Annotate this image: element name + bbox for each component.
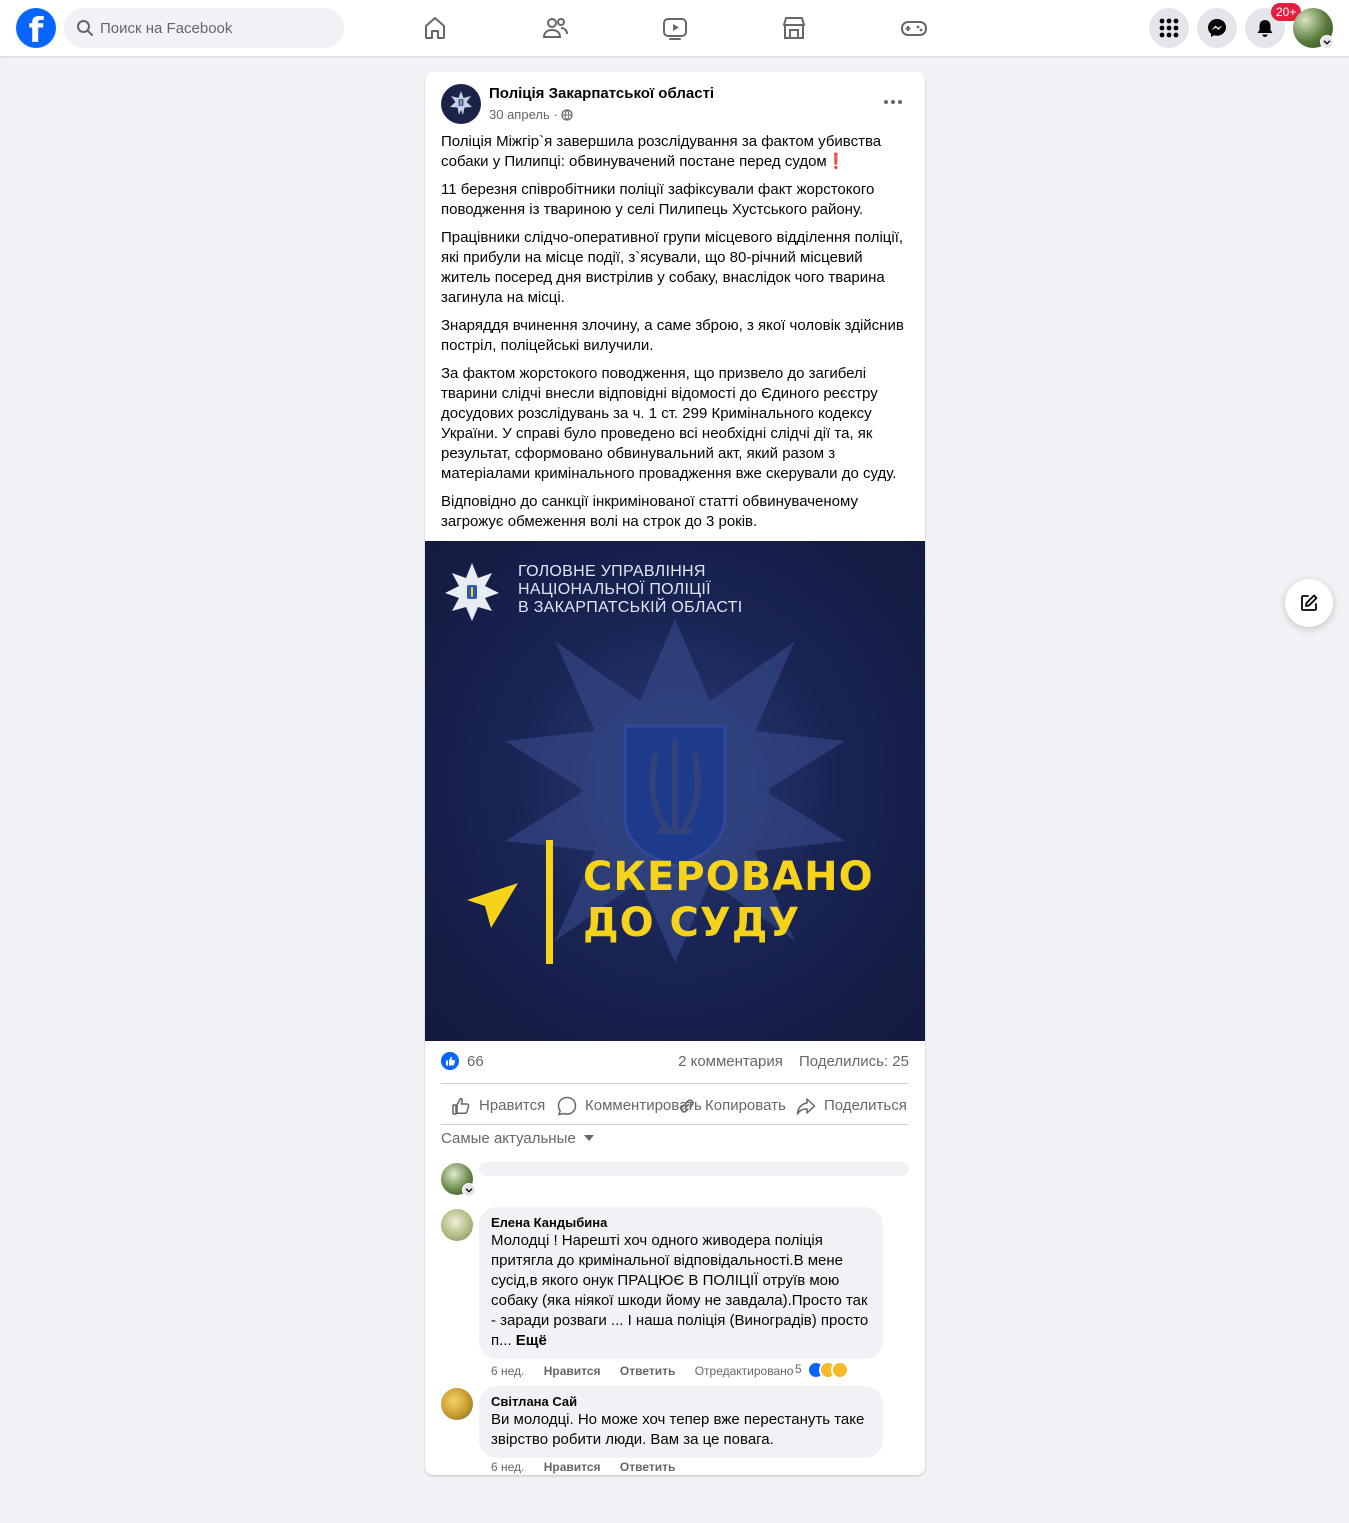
post-paragraph: Поліція Міжгір`я завершила розслідування…	[441, 132, 911, 172]
meta-separator: ·	[553, 107, 562, 122]
comment-like-button[interactable]: Нравится	[544, 1364, 601, 1378]
post-image[interactable]: ГОЛОВНЕ УПРАВЛІННЯ НАЦІОНАЛЬНОЇ ПОЛІЦІЇ …	[425, 541, 925, 1041]
post-stats: 66 2 комментария Поделились: 25	[441, 1051, 909, 1073]
share-button[interactable]: Поделиться	[796, 1088, 909, 1124]
post-paragraph: 11 березня співробітники поліції зафіксу…	[441, 181, 875, 218]
comment-reply-button[interactable]: Ответить	[620, 1460, 675, 1474]
gaming-icon[interactable]	[900, 14, 928, 42]
facebook-logo[interactable]: f	[16, 8, 56, 48]
comments-count[interactable]: 2 комментария	[678, 1053, 783, 1070]
commenter-avatar[interactable]	[441, 1388, 473, 1420]
comment-bubble: Світлана Сай Ви молодці. Но може хоч теп…	[479, 1386, 883, 1458]
like-reaction-icon[interactable]	[441, 1052, 459, 1070]
messenger-button[interactable]	[1197, 8, 1237, 48]
image-header: ГОЛОВНЕ УПРАВЛІННЯ НАЦІОНАЛЬНОЇ ПОЛІЦІЇ …	[518, 563, 743, 617]
comment-text: Молодці ! Нарешті хоч одного живодера по…	[491, 1231, 871, 1351]
comment-reactions[interactable]: 5	[795, 1361, 850, 1379]
chevron-down-icon[interactable]	[1320, 35, 1334, 49]
post-paragraph: Відповідно до санкції інкримінованої ста…	[441, 493, 858, 530]
comment-icon	[557, 1096, 577, 1116]
post-paragraph: Знаряддя вчинення злочину, а саме зброю,…	[441, 317, 904, 354]
link-icon	[680, 1099, 694, 1113]
image-headline: СКЕРОВАНО ДО СУДУ	[583, 854, 874, 946]
image-headline-line: ДО СУДУ	[583, 900, 801, 946]
search-box[interactable]	[64, 8, 344, 48]
image-header-line: ГОЛОВНЕ УПРАВЛІННЯ	[518, 563, 706, 580]
comment-sort-dropdown[interactable]: Самые актуальные	[441, 1130, 594, 1147]
search-input[interactable]	[100, 8, 330, 48]
caret-down-icon	[583, 1135, 594, 1141]
watch-icon[interactable]	[661, 14, 689, 42]
comment-time[interactable]: 6 нед.	[491, 1364, 524, 1378]
comment-meta: 6 нед. Нравится Ответить	[491, 1460, 691, 1474]
page-avatar[interactable]	[441, 84, 481, 124]
post-date[interactable]: 30 апрель	[489, 107, 550, 122]
friends-icon[interactable]	[541, 14, 569, 42]
divider	[441, 1124, 909, 1125]
marketplace-icon[interactable]	[780, 14, 808, 42]
police-star-icon	[450, 91, 472, 115]
menu-button[interactable]	[1149, 8, 1189, 48]
home-icon[interactable]	[421, 14, 449, 42]
comment-input[interactable]	[479, 1162, 909, 1176]
comment-reactions-count: 5	[795, 1362, 802, 1377]
copy-label: Копировать	[705, 1097, 786, 1114]
copy-button[interactable]: Копировать	[677, 1088, 797, 1124]
comment-button[interactable]: Комментировать	[557, 1088, 702, 1124]
globe-icon	[561, 109, 573, 121]
sad-reaction-icon	[831, 1361, 850, 1379]
image-header-line: НАЦІОНАЛЬНОЇ ПОЛІЦІЇ	[518, 581, 711, 598]
send-arrow-icon	[467, 883, 518, 928]
share-icon	[796, 1098, 816, 1115]
messenger-icon	[1208, 19, 1226, 37]
share-label: Поделиться	[824, 1097, 907, 1114]
comment-reply-button[interactable]: Ответить	[620, 1364, 675, 1378]
new-message-button[interactable]	[1285, 579, 1333, 627]
shares-count[interactable]: Поделились: 25	[799, 1053, 909, 1070]
compose-icon	[1301, 594, 1318, 611]
like-button[interactable]: Нравится	[451, 1088, 551, 1124]
sort-label: Самые актуальные	[441, 1130, 576, 1147]
comment-meta: 6 нед. Нравится Ответить Отредактировано	[491, 1364, 809, 1378]
like-label: Нравится	[479, 1097, 546, 1114]
image-headline-line: СКЕРОВАНО	[583, 854, 874, 900]
comment-bubble: Елена Кандыбина Молодці ! Нарешті хоч од…	[479, 1207, 883, 1359]
likes-count[interactable]: 66	[467, 1053, 484, 1070]
post-card: Поліція Закарпатської області 30 апрель …	[425, 72, 925, 1475]
commenter-avatar[interactable]	[441, 1209, 473, 1241]
comment-time[interactable]: 6 нед.	[491, 1460, 524, 1474]
post-meta: 30 апрель ·	[489, 107, 573, 122]
see-more-link[interactable]: Ещё	[516, 1332, 547, 1349]
thumbs-up-icon	[452, 1097, 470, 1115]
more-options-icon[interactable]	[877, 88, 909, 116]
page-name[interactable]: Поліція Закарпатської області	[489, 85, 714, 102]
comment-author[interactable]: Світлана Сай	[491, 1394, 871, 1410]
post-paragraph: Працівники слідчо-оперативної групи місц…	[441, 229, 904, 306]
divider	[441, 1083, 909, 1084]
image-header-line: В ЗАКАРПАТСЬКІЙ ОБЛАСТІ	[518, 599, 743, 616]
post-actions: Нравится Комментировать Копировать Подел…	[441, 1088, 909, 1124]
edited-label: Отредактировано	[694, 1364, 794, 1378]
yellow-divider	[546, 840, 553, 964]
exclamation-emoji: ❗	[826, 153, 846, 170]
comment-author[interactable]: Елена Кандыбина	[491, 1215, 871, 1231]
post-text: Поліція Міжгір`я завершила розслідування…	[441, 132, 911, 540]
comment-body: Молодці ! Нарешті хоч одного живодера по…	[491, 1232, 869, 1349]
bell-icon	[1257, 20, 1273, 37]
paragraph-text: Поліція Міжгір`я завершила розслідування…	[441, 133, 882, 170]
search-icon	[77, 20, 93, 36]
chevron-down-icon[interactable]	[462, 1183, 476, 1197]
post-paragraph: За фактом жорстокого поводження, що приз…	[441, 365, 897, 482]
comment-like-button[interactable]: Нравится	[544, 1460, 601, 1474]
grid-menu-icon	[1159, 18, 1179, 38]
engagement-summary: 2 комментария Поделились: 25	[678, 1053, 909, 1070]
small-police-star-icon	[445, 563, 499, 621]
top-navigation-bar: f Поиск на Facebook 20+	[0, 0, 1349, 56]
comment-text: Ви молодці. Но може хоч тепер вже перест…	[491, 1411, 865, 1448]
